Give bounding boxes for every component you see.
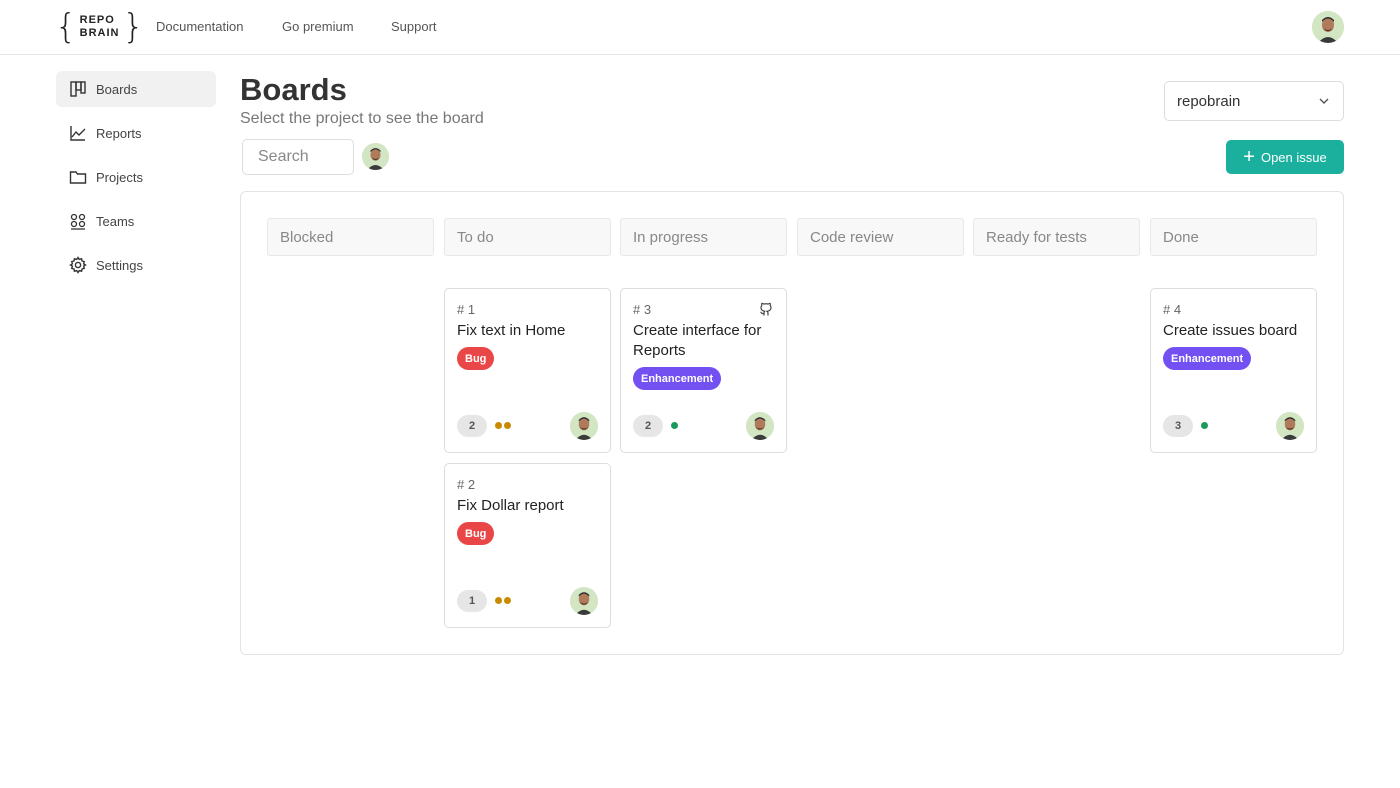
priority-dot — [1201, 422, 1208, 429]
chart-icon — [69, 124, 87, 142]
column-header-done: Done — [1150, 218, 1317, 256]
issue-tag-enhancement: Enhancement — [633, 367, 722, 390]
priority-dot — [671, 422, 678, 429]
logo-text: REPO BRAIN — [77, 14, 123, 40]
project-select-value: repobrain — [1177, 92, 1241, 110]
page-title: Boards — [240, 72, 347, 107]
board-icon — [69, 80, 87, 98]
nav-support[interactable]: Support — [391, 19, 437, 34]
sidebar-item-projects[interactable]: Projects — [56, 159, 216, 195]
sidebar-item-settings[interactable]: Settings — [56, 247, 216, 283]
nav-go-premium[interactable]: Go premium — [282, 19, 354, 34]
issue-card[interactable]: # 1 Fix text in Home Bug 2 — [444, 288, 611, 453]
open-issue-button[interactable]: + Open issue — [1226, 140, 1344, 174]
comment-count-badge: 3 — [1163, 415, 1193, 437]
project-select[interactable]: repobrain — [1164, 81, 1344, 121]
issue-number: # 1 — [457, 302, 476, 317]
issue-card[interactable]: # 4 Create issues board Enhancement 3 — [1150, 288, 1317, 453]
column-header-code-review: Code review — [797, 218, 964, 256]
github-icon[interactable] — [758, 301, 774, 317]
gear-icon — [69, 256, 87, 274]
issue-title: Fix Dollar report — [457, 497, 564, 514]
priority-dot — [495, 422, 502, 429]
comment-count-badge: 1 — [457, 590, 487, 612]
priority-dot — [504, 422, 511, 429]
issue-tag-bug: Bug — [457, 347, 495, 370]
user-avatar[interactable] — [1312, 11, 1344, 43]
sidebar-item-label: Teams — [96, 213, 135, 229]
issue-tag-enhancement: Enhancement — [1163, 347, 1252, 370]
sidebar-item-label: Boards — [96, 81, 138, 97]
comment-count-badge: 2 — [457, 415, 487, 437]
issue-title: Create issues board — [1163, 322, 1298, 339]
open-issue-label: Open issue — [1260, 149, 1327, 165]
column-header-blocked: Blocked — [267, 218, 434, 256]
priority-dots — [671, 422, 678, 429]
sidebar-item-label: Reports — [96, 125, 142, 141]
sidebar-item-label: Settings — [96, 257, 143, 273]
issue-title: Create interface for Reports — [633, 322, 762, 359]
chevron-down-icon — [1317, 94, 1331, 108]
issue-number: # 3 — [633, 302, 652, 317]
sidebar-item-label: Projects — [96, 169, 143, 185]
priority-dots — [495, 422, 511, 429]
logo-open-brace: { — [55, 7, 77, 47]
page-subtitle: Select the project to see the board — [240, 110, 484, 127]
issue-title: Fix text in Home — [457, 322, 566, 339]
column-header-ready-for-tests: Ready for tests — [973, 218, 1140, 256]
sidebar-item-teams[interactable]: Teams — [56, 203, 216, 239]
priority-dots — [495, 597, 511, 604]
issue-tag-bug: Bug — [457, 522, 495, 545]
issue-number: # 4 — [1163, 302, 1182, 317]
logo-close-brace: } — [122, 7, 145, 47]
assignee-avatar[interactable] — [746, 412, 774, 440]
priority-dots — [1201, 422, 1208, 429]
comment-count-badge: 2 — [633, 415, 663, 437]
assignee-avatar[interactable] — [1276, 412, 1304, 440]
column-header-in-progress: In progress — [620, 218, 787, 256]
folder-icon — [69, 168, 87, 186]
priority-dot — [495, 597, 502, 604]
team-icon — [69, 212, 87, 230]
issue-card[interactable]: # 3 Create interface for Reports Enhance… — [620, 288, 787, 453]
top-bar: { REPO BRAIN } Documentation Go premium … — [0, 0, 1400, 55]
logo-line-2: BRAIN — [79, 27, 120, 39]
assignee-avatar[interactable] — [570, 412, 598, 440]
search-input[interactable] — [242, 139, 354, 175]
sidebar-item-boards[interactable]: Boards — [56, 71, 216, 107]
priority-dot — [504, 597, 511, 604]
assignee-avatar[interactable] — [570, 587, 598, 615]
logo[interactable]: { REPO BRAIN } — [55, 10, 144, 44]
column-header-to-do: To do — [444, 218, 611, 256]
sidebar-item-reports[interactable]: Reports — [56, 115, 216, 151]
plus-icon: + — [1243, 146, 1255, 168]
nav-documentation[interactable]: Documentation — [156, 19, 243, 34]
issue-card[interactable]: # 2 Fix Dollar report Bug 1 — [444, 463, 611, 628]
issue-number: # 2 — [457, 477, 476, 492]
assignee-filter-avatar[interactable] — [362, 143, 389, 170]
logo-line-1: REPO — [79, 14, 115, 26]
